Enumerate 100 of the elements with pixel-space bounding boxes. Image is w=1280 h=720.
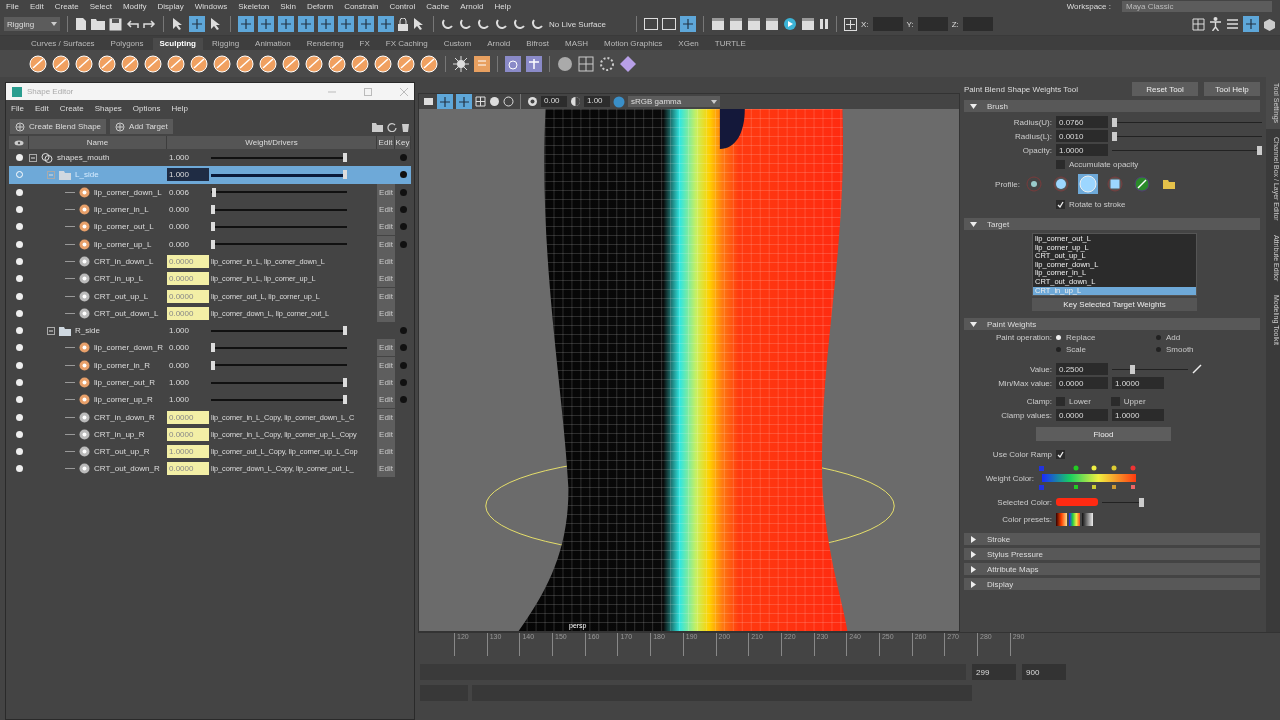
weight-slider[interactable] bbox=[211, 153, 347, 163]
exposure-field[interactable]: 0.00 bbox=[541, 96, 567, 107]
menu-item[interactable]: Display bbox=[157, 2, 184, 11]
menu-item[interactable]: File bbox=[11, 104, 24, 113]
edit-button[interactable]: Edit bbox=[377, 356, 395, 374]
slider-thumb[interactable] bbox=[343, 395, 347, 405]
color-preset[interactable] bbox=[1082, 512, 1093, 526]
magnet-icon[interactable] bbox=[459, 17, 473, 31]
checkbox[interactable] bbox=[1056, 199, 1065, 209]
weight-slider[interactable] bbox=[211, 326, 347, 336]
section-header[interactable]: Stroke bbox=[964, 533, 1260, 545]
shape-row[interactable]: lip_corner_in_L 0.000 Edit bbox=[9, 200, 411, 219]
coordinate-field[interactable] bbox=[872, 17, 903, 31]
menu-item[interactable]: Edit bbox=[34, 104, 49, 113]
radio-button[interactable] bbox=[1156, 347, 1161, 352]
color-swatch[interactable] bbox=[1056, 498, 1098, 506]
key-weights-button[interactable]: Key Selected Target Weights bbox=[1032, 298, 1197, 311]
sculpt-brush-icon[interactable] bbox=[28, 53, 48, 74]
menu-item[interactable]: Create bbox=[54, 2, 79, 11]
visibility-toggle[interactable] bbox=[15, 344, 23, 352]
key-dot[interactable] bbox=[399, 223, 407, 231]
shelf-tab[interactable]: Motion Graphics bbox=[597, 38, 670, 50]
sculpt-brush-icon[interactable] bbox=[143, 53, 163, 74]
shape-row[interactable]: L_side 1.000 bbox=[9, 166, 411, 184]
menu-item[interactable]: Shapes bbox=[94, 104, 122, 113]
sculpt-brush-icon[interactable] bbox=[189, 53, 209, 74]
key-dot[interactable] bbox=[399, 327, 407, 335]
number-field[interactable]: 0.0010 bbox=[1056, 130, 1108, 142]
starburst-icon[interactable] bbox=[452, 54, 470, 73]
number-field[interactable]: 0.2500 bbox=[1056, 363, 1108, 375]
number-field[interactable]: 1.0000 bbox=[1056, 144, 1108, 156]
color-ramp-drawing[interactable] bbox=[1038, 464, 1138, 492]
shelf-tab[interactable]: Rendering bbox=[299, 38, 351, 50]
window-icon[interactable] bbox=[504, 54, 522, 73]
tool-button[interactable]: Reset Tool bbox=[1132, 82, 1198, 96]
sculpt-brush-icon[interactable] bbox=[51, 53, 71, 74]
sculpt-brush-icon[interactable] bbox=[120, 53, 140, 74]
sculpt-brush-icon[interactable] bbox=[373, 53, 393, 74]
snap-icon[interactable] bbox=[358, 16, 374, 32]
redo-icon[interactable] bbox=[143, 19, 156, 29]
visibility-toggle[interactable] bbox=[15, 309, 23, 317]
slider-thumb[interactable] bbox=[1112, 117, 1117, 127]
shape-row[interactable]: R_side 1.000 bbox=[9, 321, 411, 340]
magnet-icon[interactable] bbox=[477, 17, 491, 31]
slider-thumb[interactable] bbox=[343, 170, 347, 180]
gamma-field[interactable]: 1.00 bbox=[584, 96, 610, 107]
shelf-tab[interactable]: Custom bbox=[436, 38, 479, 50]
slider-thumb[interactable] bbox=[211, 239, 215, 249]
toolbar-button[interactable]: Create Blend Shape bbox=[10, 119, 107, 134]
shelf-tab[interactable]: Bifrost bbox=[519, 38, 556, 50]
color-preset[interactable] bbox=[1056, 512, 1067, 526]
color-space-dropdown[interactable]: sRGB gamma bbox=[628, 96, 720, 107]
slider-thumb[interactable] bbox=[211, 360, 215, 370]
edit-button[interactable]: Edit bbox=[377, 339, 395, 357]
menu-item[interactable]: Help bbox=[494, 2, 511, 11]
menu-item[interactable]: Control bbox=[389, 2, 416, 11]
sculpt-brush-icon[interactable] bbox=[304, 53, 324, 74]
sculpt-brush-icon[interactable] bbox=[258, 53, 278, 74]
edit-button[interactable]: Edit bbox=[377, 374, 395, 391]
checkbox[interactable] bbox=[1110, 396, 1120, 406]
sphere-icon[interactable] bbox=[489, 96, 500, 107]
visibility-toggle[interactable] bbox=[15, 413, 23, 421]
weight-slider[interactable] bbox=[211, 205, 347, 215]
sphere-icon[interactable] bbox=[503, 96, 514, 107]
key-dot[interactable] bbox=[399, 188, 407, 196]
snap-icon[interactable] bbox=[437, 93, 453, 110]
visibility-toggle[interactable] bbox=[15, 361, 23, 369]
menu-item[interactable]: Skeleton bbox=[238, 2, 270, 11]
slider-thumb[interactable] bbox=[1139, 497, 1144, 507]
slider-thumb[interactable] bbox=[211, 343, 215, 353]
visibility-toggle[interactable] bbox=[15, 257, 23, 265]
sculpt-brush-icon[interactable] bbox=[212, 53, 232, 74]
key-dot[interactable] bbox=[399, 379, 407, 386]
edit-button[interactable]: Edit bbox=[377, 218, 395, 236]
shape-row[interactable]: lip_corner_up_R 1.000 Edit bbox=[9, 391, 411, 409]
visibility-toggle[interactable] bbox=[15, 379, 23, 386]
menu-item[interactable]: Select bbox=[89, 2, 112, 11]
list-icon[interactable] bbox=[1226, 18, 1239, 30]
menu-item[interactable]: Constrain bbox=[344, 2, 379, 11]
key-dot[interactable] bbox=[399, 154, 407, 162]
sphere-icon[interactable] bbox=[556, 54, 574, 73]
key-dot[interactable] bbox=[399, 206, 407, 214]
menu-item[interactable]: Edit bbox=[29, 2, 44, 11]
sculpt-brush-icon[interactable] bbox=[419, 53, 439, 74]
range-field[interactable]: 900 bbox=[1022, 664, 1066, 680]
shelf-tab[interactable]: FX Caching bbox=[378, 38, 435, 50]
sculpt-brush-icon[interactable] bbox=[74, 53, 94, 74]
weight-slider[interactable] bbox=[211, 395, 347, 405]
menu-item[interactable]: Create bbox=[59, 104, 84, 113]
visibility-toggle[interactable] bbox=[15, 396, 23, 404]
edit-button[interactable]: Edit bbox=[377, 460, 395, 478]
weight-slider[interactable] bbox=[211, 239, 347, 249]
number-field[interactable]: 0.0000 bbox=[1056, 377, 1108, 389]
aperture-icon[interactable] bbox=[527, 96, 538, 107]
slider-thumb[interactable] bbox=[343, 378, 347, 387]
key-dot[interactable] bbox=[399, 361, 407, 369]
weight-slider[interactable] bbox=[211, 360, 347, 370]
range-field[interactable]: 299 bbox=[972, 664, 1016, 680]
snap-icon[interactable] bbox=[258, 16, 274, 32]
lock-icon[interactable] bbox=[398, 17, 408, 31]
